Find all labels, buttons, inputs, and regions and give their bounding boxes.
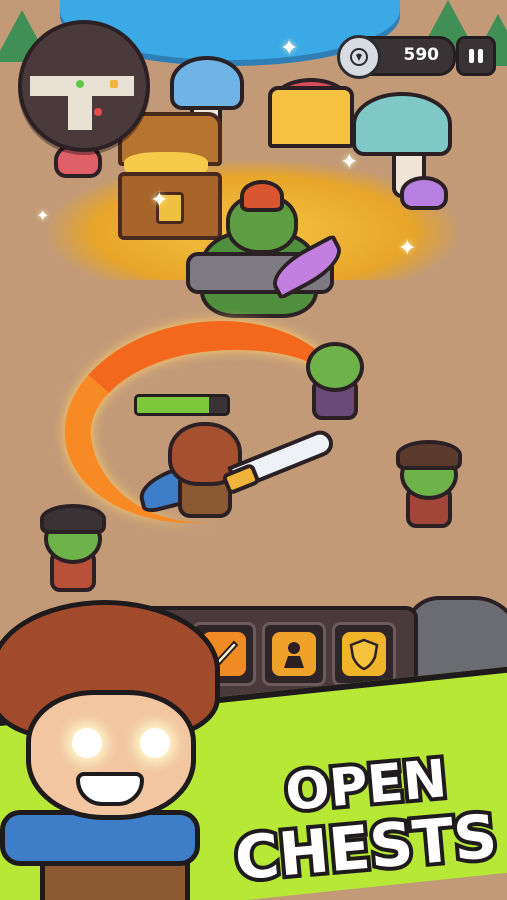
- hero-portrait: [0, 600, 230, 900]
- goblin-helmet: [40, 504, 106, 534]
- mushroom: [400, 176, 448, 210]
- sparkle-icon: ✦: [340, 150, 359, 175]
- game-scene: ✦ ✦ ✦ ✦ ✦ 590 OPEN CHESTS: [0, 0, 507, 900]
- sparkle-icon: ✦: [280, 36, 299, 61]
- ability-slot-4[interactable]: [332, 622, 396, 686]
- sparkle-icon: ✦: [150, 188, 169, 213]
- hero-character[interactable]: [134, 420, 338, 520]
- sparkle-icon: ✦: [36, 206, 50, 225]
- sparkle-icon: ✦: [398, 236, 417, 261]
- minimap[interactable]: [18, 20, 150, 152]
- minimap-room: [68, 96, 92, 130]
- mushroom: [352, 92, 452, 156]
- pause-button[interactable]: [456, 36, 496, 76]
- orc-boss[interactable]: [170, 180, 350, 330]
- boss-mohawk: [240, 180, 284, 212]
- objective-marker: [110, 80, 118, 88]
- player-marker: [76, 80, 84, 88]
- skull-icon: [94, 108, 102, 116]
- mushroom: [170, 56, 244, 110]
- health-fill: [137, 397, 209, 413]
- pause-icon: [469, 49, 474, 63]
- goblin-enemy[interactable]: [34, 504, 106, 592]
- rage-skill-icon: [272, 632, 316, 676]
- goblin-enemy[interactable]: [296, 338, 366, 420]
- pause-icon: [478, 49, 483, 63]
- silver-coin-icon: [337, 35, 381, 79]
- coin-count: 590: [403, 45, 440, 65]
- goblin-enemy[interactable]: [390, 440, 462, 528]
- goblin-head: [306, 342, 364, 392]
- shield-skill-icon: [342, 632, 386, 676]
- glowing-eye: [140, 728, 170, 758]
- hero-health-bar: [134, 394, 230, 416]
- goblin-hat: [396, 440, 462, 470]
- coin-counter: 590: [337, 35, 456, 79]
- glowing-eye: [72, 728, 102, 758]
- crown: [268, 86, 354, 148]
- ability-slot-3[interactable]: [262, 622, 326, 686]
- promo-headline: OPEN CHESTS: [226, 745, 506, 898]
